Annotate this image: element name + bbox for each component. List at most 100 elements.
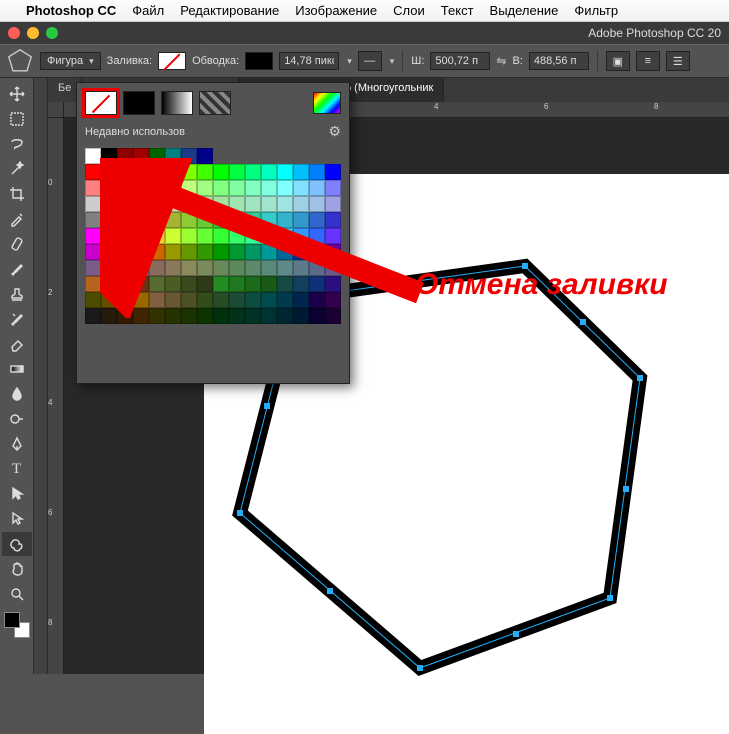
color-swatch[interactable] xyxy=(197,292,213,308)
gradient-tool[interactable] xyxy=(2,357,32,381)
color-swatch[interactable] xyxy=(101,308,117,324)
color-swatch[interactable] xyxy=(101,212,117,228)
color-swatch[interactable] xyxy=(133,260,149,276)
color-swatch[interactable] xyxy=(277,196,293,212)
gear-icon[interactable]: ⚙ xyxy=(328,123,341,140)
color-picker-button[interactable] xyxy=(313,92,341,114)
fill-swatch[interactable] xyxy=(158,52,186,70)
color-swatch[interactable] xyxy=(213,180,229,196)
color-swatch[interactable] xyxy=(309,308,325,324)
pen-tool[interactable] xyxy=(2,432,32,456)
stroke-style-chevron[interactable] xyxy=(388,55,395,67)
color-swatch[interactable] xyxy=(293,260,309,276)
color-swatch[interactable] xyxy=(213,260,229,276)
color-swatch[interactable] xyxy=(181,164,197,180)
color-swatch[interactable] xyxy=(261,260,277,276)
foreground-color[interactable] xyxy=(4,612,20,628)
color-swatch[interactable] xyxy=(261,164,277,180)
app-name[interactable]: Photoshop CC xyxy=(26,3,116,18)
color-swatch[interactable] xyxy=(309,228,325,244)
color-swatch[interactable] xyxy=(181,212,197,228)
color-swatch[interactable] xyxy=(149,244,165,260)
color-swatch[interactable] xyxy=(245,308,261,324)
color-swatch[interactable] xyxy=(101,292,117,308)
color-swatch[interactable] xyxy=(117,292,133,308)
color-swatch[interactable] xyxy=(261,244,277,260)
color-swatch[interactable] xyxy=(165,228,181,244)
color-swatch[interactable] xyxy=(245,276,261,292)
eyedropper-tool[interactable] xyxy=(2,207,32,231)
color-swatch[interactable] xyxy=(149,164,165,180)
color-swatch[interactable] xyxy=(165,308,181,324)
color-swatch[interactable] xyxy=(85,228,101,244)
color-swatch[interactable] xyxy=(309,244,325,260)
menu-image[interactable]: Изображение xyxy=(295,3,377,18)
color-swatch[interactable] xyxy=(149,196,165,212)
color-swatch[interactable] xyxy=(165,212,181,228)
close-button[interactable] xyxy=(8,27,20,39)
color-swatch[interactable] xyxy=(261,196,277,212)
path-selection-tool[interactable] xyxy=(2,482,32,506)
color-swatch[interactable] xyxy=(293,308,309,324)
color-swatch[interactable] xyxy=(213,212,229,228)
color-swatch[interactable] xyxy=(165,164,181,180)
color-swatch[interactable] xyxy=(229,180,245,196)
color-swatch[interactable] xyxy=(277,292,293,308)
color-swatch[interactable] xyxy=(229,292,245,308)
color-swatch[interactable] xyxy=(101,276,117,292)
color-swatch[interactable] xyxy=(117,148,133,164)
color-swatch[interactable] xyxy=(261,180,277,196)
color-swatch[interactable] xyxy=(117,260,133,276)
hand-tool[interactable] xyxy=(2,557,32,581)
color-swatch[interactable] xyxy=(117,308,133,324)
color-swatch[interactable] xyxy=(325,180,341,196)
color-swatch[interactable] xyxy=(245,164,261,180)
path-align-button[interactable]: ≡ xyxy=(636,51,660,71)
color-swatch[interactable] xyxy=(197,148,213,164)
color-swatch[interactable] xyxy=(197,276,213,292)
color-swatch[interactable] xyxy=(325,260,341,276)
color-swatch[interactable] xyxy=(101,228,117,244)
healing-tool[interactable] xyxy=(2,232,32,256)
zoom-button[interactable] xyxy=(46,27,58,39)
crop-tool[interactable] xyxy=(2,182,32,206)
stroke-width-field[interactable] xyxy=(279,52,339,70)
color-swatch[interactable] xyxy=(261,276,277,292)
color-swatch[interactable] xyxy=(197,260,213,276)
color-swatch[interactable] xyxy=(325,228,341,244)
width-field[interactable] xyxy=(430,52,490,70)
shape-mode-dropdown[interactable]: Фигура xyxy=(40,52,101,70)
brush-tool[interactable] xyxy=(2,257,32,281)
color-swatch[interactable] xyxy=(229,228,245,244)
color-swatch[interactable] xyxy=(117,228,133,244)
color-swatch[interactable] xyxy=(197,196,213,212)
gradient-button[interactable] xyxy=(161,91,193,115)
color-swatch[interactable] xyxy=(181,244,197,260)
type-tool[interactable]: T xyxy=(2,457,32,481)
color-swatch[interactable] xyxy=(197,212,213,228)
menu-text[interactable]: Текст xyxy=(441,3,474,18)
color-swatch[interactable] xyxy=(261,292,277,308)
color-swatch[interactable] xyxy=(85,148,101,164)
path-operations-button[interactable]: ▣ xyxy=(606,51,630,71)
height-field[interactable] xyxy=(529,52,589,70)
color-swatch[interactable] xyxy=(165,180,181,196)
color-swatch[interactable] xyxy=(293,228,309,244)
menu-filter[interactable]: Фильтр xyxy=(574,3,618,18)
menu-file[interactable]: Файл xyxy=(132,3,164,18)
color-swatch[interactable] xyxy=(213,196,229,212)
menu-select[interactable]: Выделение xyxy=(490,3,559,18)
color-swatch[interactable] xyxy=(245,292,261,308)
solid-color-button[interactable] xyxy=(123,91,155,115)
color-swatch[interactable] xyxy=(229,212,245,228)
color-swatch[interactable] xyxy=(133,308,149,324)
color-swatch[interactable] xyxy=(133,228,149,244)
foreground-background-colors[interactable] xyxy=(2,610,32,640)
color-swatch[interactable] xyxy=(293,244,309,260)
eraser-tool[interactable] xyxy=(2,332,32,356)
color-swatch[interactable] xyxy=(101,196,117,212)
color-swatch[interactable] xyxy=(85,292,101,308)
color-swatch[interactable] xyxy=(229,196,245,212)
color-swatch[interactable] xyxy=(277,212,293,228)
color-swatch[interactable] xyxy=(85,180,101,196)
